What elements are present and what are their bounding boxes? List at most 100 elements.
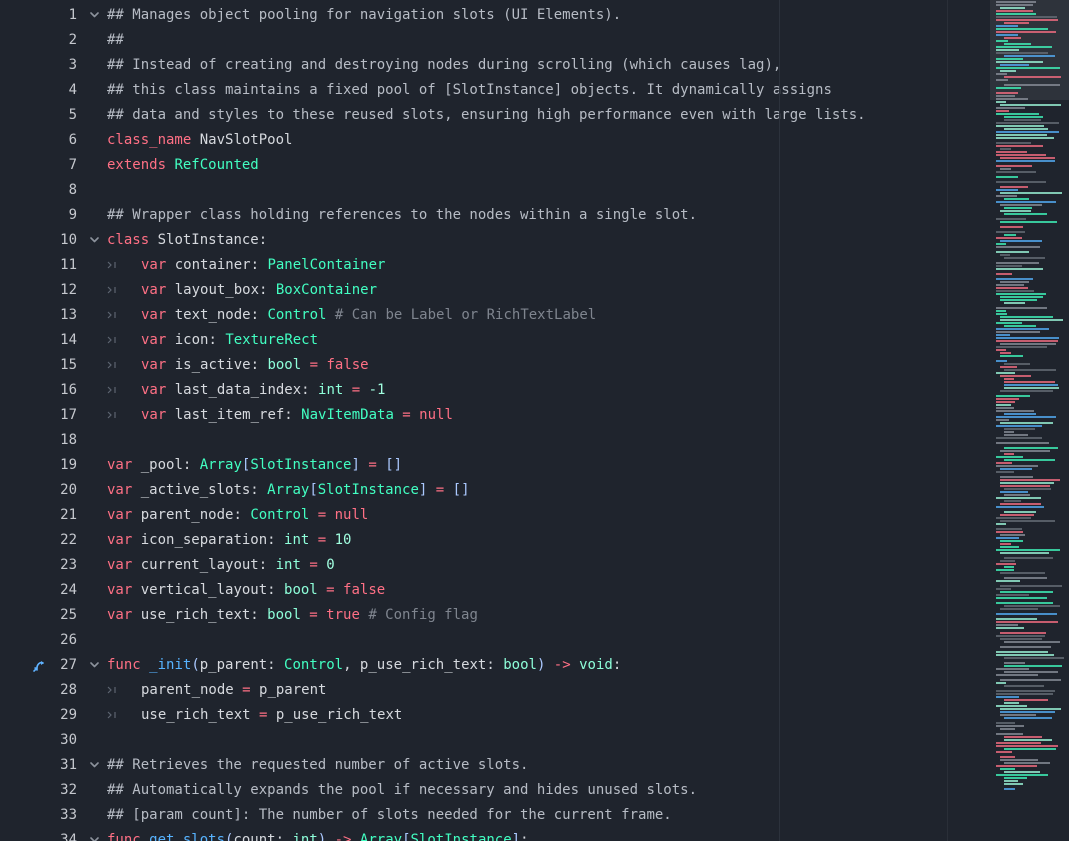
code-line[interactable]: var use_rich_text: bool = true # Config … <box>107 603 947 628</box>
code-line[interactable]: ## Automatically expands the pool if nec… <box>107 778 947 803</box>
code-token: # Config flag <box>359 607 478 623</box>
code-token: 0 <box>326 557 335 573</box>
gutter-row[interactable]: 28 <box>0 678 107 703</box>
gutter-row[interactable]: 22 <box>0 528 107 553</box>
gutter-row[interactable]: 21 <box>0 503 107 528</box>
override-method-icon[interactable] <box>31 658 47 674</box>
gutter-row[interactable]: 23 <box>0 553 107 578</box>
code-line[interactable] <box>107 428 947 453</box>
gutter-row[interactable]: 7 <box>0 153 107 178</box>
gutter-row[interactable]: 26 <box>0 628 107 653</box>
minimap-line <box>996 165 1032 167</box>
code-token: vertical_layout: <box>132 582 285 598</box>
code-line[interactable]: extends RefCounted <box>107 153 947 178</box>
code-line[interactable]: ## Instead of creating and destroying no… <box>107 53 947 78</box>
code-line[interactable]: var container: PanelContainer <box>107 253 947 278</box>
code-token: bool <box>503 657 537 673</box>
gutter-row[interactable]: 27 <box>0 653 107 678</box>
fold-chevron-icon[interactable] <box>90 761 99 769</box>
code-line[interactable]: parent_node = p_parent <box>107 678 947 703</box>
script-editor[interactable]: 1 2 3 4 5 6 7 8 9 10 11 12 13 14 15 16 17 18 19 20 21 22 23 24 2… <box>0 0 1069 841</box>
minimap-line <box>1000 560 1015 562</box>
minimap-line <box>1004 119 1041 121</box>
gutter-row[interactable]: 12 <box>0 278 107 303</box>
code-line[interactable]: var vertical_layout: bool = false <box>107 578 947 603</box>
code-line[interactable]: use_rich_text = p_use_rich_text <box>107 703 947 728</box>
minimap-line <box>996 49 1019 51</box>
code-line[interactable]: ## this class maintains a fixed pool of … <box>107 78 947 103</box>
code-minimap[interactable] <box>990 0 1069 841</box>
gutter-row[interactable]: 10 <box>0 228 107 253</box>
code-token: is_active: <box>166 357 268 373</box>
minimap-line <box>1004 739 1052 741</box>
gutter-row[interactable]: 16 <box>0 378 107 403</box>
gutter-row[interactable]: 17 <box>0 403 107 428</box>
code-line[interactable]: class_name NavSlotPool <box>107 128 947 153</box>
fold-chevron-icon[interactable] <box>90 11 99 19</box>
gutter-row[interactable]: 8 <box>0 178 107 203</box>
minimap-line <box>996 337 1059 339</box>
code-line[interactable]: ## Manages object pooling for navigation… <box>107 3 947 28</box>
code-line[interactable]: var layout_box: BoxContainer <box>107 278 947 303</box>
gutter-row[interactable]: 5 <box>0 103 107 128</box>
minimap-line <box>996 395 1030 397</box>
gutter-row[interactable]: 4 <box>0 78 107 103</box>
code-line[interactable]: var _pool: Array[SlotInstance] = [] <box>107 453 947 478</box>
code-line[interactable]: var last_item_ref: NavItemData = null <box>107 403 947 428</box>
gutter-row[interactable]: 29 <box>0 703 107 728</box>
gutter-row[interactable]: 6 <box>0 128 107 153</box>
code-line[interactable]: var parent_node: Control = null <box>107 503 947 528</box>
code-token: bool <box>267 607 301 623</box>
gutter-row[interactable]: 31 <box>0 753 107 778</box>
code-line[interactable]: var icon: TextureRect <box>107 328 947 353</box>
code-text-area[interactable]: ## Manages object pooling for navigation… <box>107 3 947 841</box>
code-line[interactable]: ## [param count]: The number of slots ne… <box>107 803 947 828</box>
minimap-line <box>1000 355 1023 357</box>
minimap-line <box>996 322 1022 324</box>
fold-chevron-icon[interactable] <box>90 236 99 244</box>
fold-chevron-icon[interactable] <box>90 661 99 669</box>
line-number: 23 <box>60 557 77 573</box>
gutter-row[interactable]: 13 <box>0 303 107 328</box>
minimap-line <box>1000 64 1029 66</box>
code-line[interactable]: func get_slots(count: int) -> Array[Slot… <box>107 828 947 841</box>
code-line[interactable]: var _active_slots: Array[SlotInstance] =… <box>107 478 947 503</box>
gutter-row[interactable]: 18 <box>0 428 107 453</box>
gutter-row[interactable]: 1 <box>0 3 107 28</box>
gutter-row[interactable]: 15 <box>0 353 107 378</box>
code-line[interactable]: func _init(p_parent: Control, p_use_rich… <box>107 653 947 678</box>
minimap-line <box>996 310 1006 312</box>
code-line[interactable]: var is_active: bool = false <box>107 353 947 378</box>
minimap-line <box>1000 768 1015 770</box>
gutter-row[interactable]: 25 <box>0 603 107 628</box>
fold-chevron-icon[interactable] <box>90 836 99 841</box>
gutter-row[interactable]: 24 <box>0 578 107 603</box>
minimap-line <box>996 262 1039 264</box>
code-line[interactable]: ## <box>107 28 947 53</box>
code-token: : <box>520 832 529 841</box>
code-line[interactable]: var last_data_index: int = -1 <box>107 378 947 403</box>
line-number-gutter[interactable]: 1 2 3 4 5 6 7 8 9 10 11 12 13 14 15 16 17 18 19 20 21 22 23 24 2… <box>0 3 107 841</box>
gutter-row[interactable]: 34 <box>0 828 107 841</box>
code-line[interactable]: class SlotInstance: <box>107 228 947 253</box>
gutter-row[interactable]: 14 <box>0 328 107 353</box>
gutter-row[interactable]: 20 <box>0 478 107 503</box>
code-line[interactable]: var icon_separation: int = 10 <box>107 528 947 553</box>
gutter-row[interactable]: 11 <box>0 253 107 278</box>
code-line[interactable]: var current_layout: int = 0 <box>107 553 947 578</box>
gutter-row[interactable]: 30 <box>0 728 107 753</box>
gutter-row[interactable]: 9 <box>0 203 107 228</box>
code-line[interactable] <box>107 178 947 203</box>
gutter-row[interactable]: 32 <box>0 778 107 803</box>
code-line[interactable] <box>107 728 947 753</box>
code-line[interactable] <box>107 628 947 653</box>
minimap-line <box>996 465 1038 467</box>
code-line[interactable]: ## data and styles to these reused slots… <box>107 103 947 128</box>
code-line[interactable]: ## Retrieves the requested number of act… <box>107 753 947 778</box>
gutter-row[interactable]: 3 <box>0 53 107 78</box>
gutter-row[interactable]: 19 <box>0 453 107 478</box>
code-line[interactable]: ## Wrapper class holding references to t… <box>107 203 947 228</box>
gutter-row[interactable]: 33 <box>0 803 107 828</box>
gutter-row[interactable]: 2 <box>0 28 107 53</box>
code-line[interactable]: var text_node: Control # Can be Label or… <box>107 303 947 328</box>
